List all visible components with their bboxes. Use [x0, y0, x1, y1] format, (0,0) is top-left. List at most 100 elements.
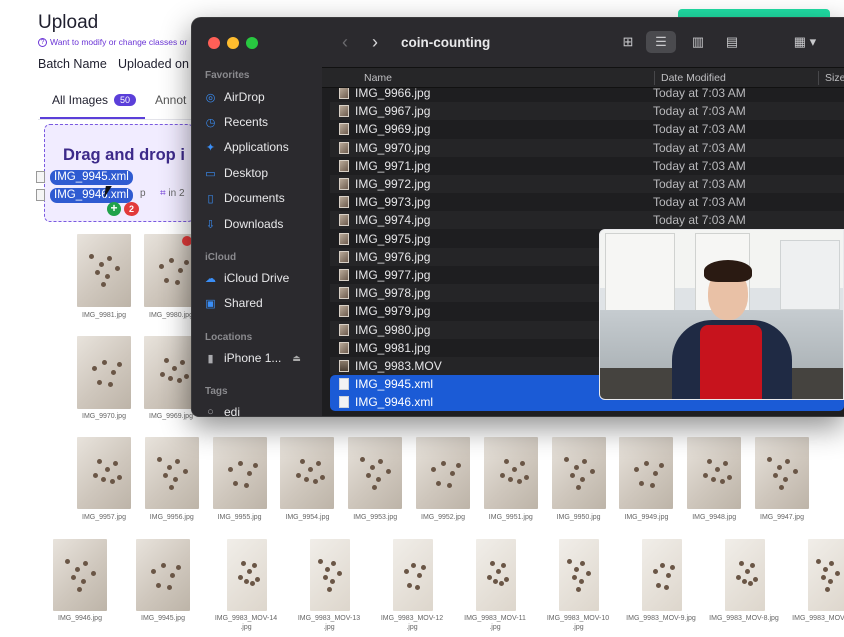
file-row[interactable]: IMG_9974.jpg Today at 7:03 AM	[330, 211, 844, 230]
column-view-button[interactable]: ▥	[683, 31, 713, 53]
image-thumbnail[interactable]	[483, 437, 538, 509]
back-chevron-icon[interactable]: ‹	[342, 32, 348, 53]
file-row[interactable]: IMG_9966.jpg Today at 7:03 AM	[330, 88, 844, 102]
sidebar-item-icloud-drive[interactable]: ☁ iCloud Drive	[204, 271, 289, 285]
image-thumbnail[interactable]	[808, 539, 844, 611]
forward-chevron-icon[interactable]: ›	[372, 32, 378, 53]
image-thumbnail[interactable]	[227, 539, 267, 611]
coin	[174, 459, 180, 464]
image-thumbnail[interactable]	[212, 437, 267, 509]
column-divider[interactable]	[654, 71, 655, 85]
dropzone-in-text: in 2	[168, 188, 185, 199]
sidebar-item-documents[interactable]: ▯ Documents	[204, 191, 284, 205]
minimize-window-button[interactable]	[227, 37, 239, 49]
coin	[644, 461, 650, 466]
thumbnail-label: IMG_9983_MOV-13 .jpg	[297, 615, 361, 631]
zoom-window-button[interactable]	[246, 37, 258, 49]
image-thumbnail[interactable]	[348, 437, 403, 509]
coin	[177, 378, 182, 383]
coin	[723, 461, 729, 466]
thumbnail-label: IMG_9983_MOV-14 .jpg	[214, 615, 278, 631]
coin	[585, 571, 591, 576]
image-thumbnail[interactable]	[642, 539, 682, 611]
coin	[105, 274, 110, 279]
coin	[827, 579, 833, 584]
coin	[492, 579, 498, 584]
sidebar-item-label: edi	[224, 405, 241, 417]
column-header-size[interactable]: Size	[825, 72, 844, 84]
sidebar-item-iphone[interactable]: ▮ iPhone 1... ⏏	[204, 351, 301, 365]
batch-name-value[interactable]: Uploaded on C	[118, 57, 201, 71]
sidebar-item-recents[interactable]: ◷ Recents	[204, 115, 268, 129]
image-thumbnail[interactable]	[755, 437, 809, 509]
image-thumbnail[interactable]	[476, 539, 516, 611]
file-name: IMG_9969.jpg	[355, 122, 431, 137]
tab-all-images[interactable]: All Images 50	[52, 93, 137, 107]
thumbnail-label: IMG_9955.jpg	[217, 514, 262, 521]
gallery-view-button[interactable]: ▤	[717, 31, 747, 53]
image-thumbnail[interactable]	[687, 437, 742, 509]
image-thumbnail[interactable]	[77, 437, 131, 509]
coin	[316, 461, 322, 466]
thumbnail-label: IMG_9981.jpg	[82, 312, 126, 319]
file-row[interactable]: IMG_9972.jpg Today at 7:03 AM	[330, 175, 844, 193]
file-date-modified: Today at 7:03 AM	[653, 177, 746, 191]
thumbnail-label: IMG_9946.jpg	[58, 615, 102, 622]
coin	[110, 479, 115, 484]
column-divider[interactable]	[818, 71, 819, 85]
image-thumbnail[interactable]	[144, 437, 199, 509]
image-thumbnail[interactable]	[310, 539, 350, 611]
coin	[102, 360, 107, 365]
coin	[511, 467, 517, 472]
tab-label: All Images	[52, 93, 109, 107]
image-thumbnail[interactable]	[77, 336, 131, 409]
file-row[interactable]: IMG_9970.jpg Today at 7:03 AM	[330, 138, 844, 157]
group-by-button[interactable]: ▦ ▾	[785, 31, 825, 53]
image-thumbnail[interactable]	[77, 234, 131, 307]
column-header-name[interactable]: Name	[364, 72, 392, 84]
image-thumbnail[interactable]	[136, 539, 190, 611]
coin	[105, 467, 110, 472]
sidebar-item-applications[interactable]: ✦ Applications	[204, 140, 289, 154]
image-thumbnail[interactable]	[144, 336, 198, 409]
image-thumbnail[interactable]	[551, 437, 606, 509]
file-row[interactable]: IMG_9967.jpg Today at 7:03 AM	[330, 102, 844, 121]
sidebar-item-shared[interactable]: ▣ Shared	[204, 296, 262, 310]
sidebar-item-airdrop[interactable]: ◎ AirDrop	[204, 90, 265, 104]
coin	[170, 573, 175, 578]
coin	[767, 457, 772, 462]
sidebar-item-tag[interactable]: ○ edi	[204, 405, 241, 417]
file-row[interactable]: IMG_9971.jpg Today at 7:03 AM	[330, 157, 844, 175]
image-file-icon	[339, 269, 349, 281]
file-row[interactable]: IMG_9973.jpg Today at 7:03 AM	[330, 193, 844, 211]
icon-view-button[interactable]: ⊞	[613, 31, 643, 53]
coin	[97, 459, 102, 464]
coin	[243, 483, 249, 488]
coin	[456, 463, 461, 468]
coin	[370, 465, 376, 470]
copy-plus-icon: +	[107, 202, 121, 216]
eject-icon[interactable]: ⏏	[292, 353, 301, 364]
file-name: IMG_9973.jpg	[355, 195, 431, 210]
image-thumbnail[interactable]	[725, 539, 765, 611]
sidebar-section-tags: Tags	[205, 386, 228, 397]
coin	[450, 471, 455, 476]
coin	[172, 477, 178, 482]
sidebar-item-desktop[interactable]: ▭ Desktop	[204, 166, 268, 180]
image-file-icon	[339, 305, 349, 318]
classes-hint-link[interactable]: ? Want to modify or change classes or	[38, 37, 187, 47]
image-thumbnail[interactable]	[416, 437, 470, 509]
applications-icon: ✦	[205, 141, 216, 154]
close-window-button[interactable]	[208, 37, 220, 49]
image-thumbnail[interactable]	[280, 437, 335, 509]
list-view-button[interactable]: ☰	[646, 31, 676, 53]
thumbnail-label: IMG_9970.jpg	[82, 413, 126, 420]
column-header-date[interactable]: Date Modified	[661, 72, 726, 84]
sidebar-item-downloads[interactable]: ⇩ Downloads	[204, 217, 283, 231]
image-thumbnail[interactable]	[619, 437, 674, 509]
file-row[interactable]: IMG_9969.jpg Today at 7:03 AM	[330, 120, 844, 138]
tab-annotated[interactable]: Annot	[155, 93, 186, 107]
image-thumbnail[interactable]	[53, 539, 107, 611]
image-thumbnail[interactable]	[559, 539, 599, 611]
image-thumbnail[interactable]	[393, 539, 433, 611]
